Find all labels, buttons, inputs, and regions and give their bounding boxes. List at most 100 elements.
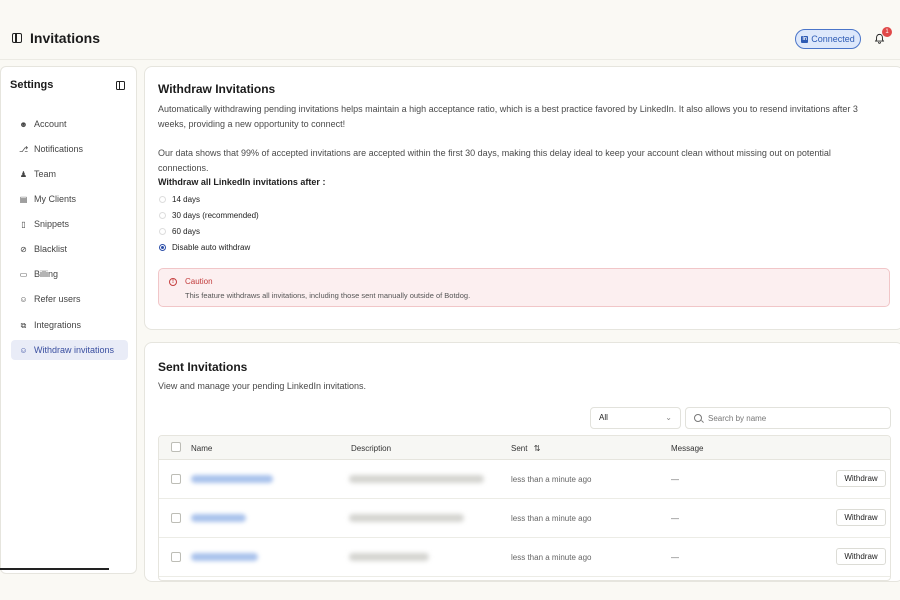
sidebar-item-label: Snippets — [34, 219, 70, 229]
sidebar-title: Settings — [10, 79, 54, 91]
withdraw-options-label: Withdraw all LinkedIn invitations after … — [158, 177, 326, 187]
radio-option-disable[interactable]: Disable auto withdraw — [159, 243, 250, 252]
redacted-description — [349, 475, 484, 483]
withdraw-data-note: Our data shows that 99% of accepted invi… — [158, 148, 831, 173]
table-row: less than a minute ago — Withdraw — [159, 460, 890, 499]
redacted-description — [349, 514, 464, 522]
settings-sidebar: Settings ☻ Account ⎇ Notifications ♟ Tea… — [0, 66, 137, 574]
sidebar-item-team[interactable]: ♟ Team — [11, 164, 128, 184]
withdraw-button[interactable]: Withdraw — [836, 470, 886, 487]
search-input[interactable] — [708, 411, 883, 425]
redacted-name[interactable] — [191, 514, 246, 522]
caution-alert: ! Caution This feature withdraws all inv… — [158, 268, 890, 307]
withdraw-description: Automatically withdrawing pending invita… — [158, 104, 858, 129]
sidebar-item-withdraw-invitations[interactable]: ☺ Withdraw invitations — [11, 340, 128, 360]
sent-invitations-table: Name Description Sent ⇅ Message less tha… — [158, 435, 891, 581]
sidebar-item-label: Integrations — [34, 320, 82, 330]
connected-label: Connected — [811, 34, 855, 44]
linkedin-icon: in — [801, 35, 809, 43]
user-icon: ☻ — [19, 119, 28, 129]
bell-icon: ⎇ — [19, 144, 29, 154]
sidebar-item-account[interactable]: ☻ Account — [11, 114, 128, 134]
redacted-name[interactable] — [191, 475, 273, 483]
radio-button[interactable] — [159, 228, 166, 235]
snippet-icon: ▯ — [21, 219, 26, 229]
collapse-sidebar-icon[interactable] — [116, 81, 125, 90]
team-icon: ♟ — [19, 169, 28, 179]
page-title: Invitations — [30, 30, 101, 46]
radio-button[interactable] — [159, 212, 166, 219]
search-icon — [694, 414, 702, 422]
radio-button[interactable] — [159, 196, 166, 203]
sent-time: less than a minute ago — [511, 514, 592, 523]
card-icon: ▭ — [19, 269, 28, 279]
sidebar-item-label: Billing — [34, 269, 59, 279]
withdraw-invitations-panel: Withdraw Invitations Automatically withd… — [144, 66, 900, 330]
column-header-sent[interactable]: Sent ⇅ — [511, 444, 540, 453]
table-header: Name Description Sent ⇅ Message — [159, 436, 890, 460]
sidebar-item-integrations[interactable]: ⧉ Integrations — [11, 315, 128, 335]
withdraw-button[interactable]: Withdraw — [836, 509, 886, 526]
sidebar-item-label: Account — [34, 119, 67, 129]
radio-label: 60 days — [172, 227, 201, 236]
column-header-sent-label: Sent — [511, 444, 528, 453]
table-row: less than a minute ago — Withdraw — [159, 499, 890, 538]
top-bar: Invitations in Connected 1 — [0, 0, 900, 60]
user-plus-icon: ☺ — [19, 294, 28, 304]
table-row: less than a minute ago — Withdraw — [159, 538, 890, 577]
radio-label: Disable auto withdraw — [172, 243, 251, 252]
radio-label: 30 days (recommended) — [172, 211, 259, 220]
withdraw-section-title: Withdraw Invitations — [158, 82, 276, 96]
sort-icon[interactable]: ⇅ — [534, 444, 541, 453]
notification-count-badge: 1 — [882, 27, 892, 37]
status-filter-select[interactable]: All ⌄ — [590, 407, 681, 429]
sidebar-item-snippets[interactable]: ▯ Snippets — [11, 214, 128, 234]
ban-icon: ⊘ — [20, 244, 27, 254]
status-filter-value: All — [599, 413, 608, 422]
clients-icon: ▤ — [19, 194, 28, 204]
sidebar-item-label: Blacklist — [34, 244, 68, 254]
redacted-name[interactable] — [191, 553, 258, 561]
message-cell: — — [671, 475, 679, 484]
sidebar-item-my-clients[interactable]: ▤ My Clients — [11, 189, 128, 209]
message-cell: — — [671, 514, 679, 523]
sidebar-item-label: Refer users — [34, 294, 81, 304]
select-all-checkbox[interactable] — [171, 442, 181, 452]
sidebar-item-refer-users[interactable]: ☺ Refer users — [11, 289, 128, 309]
column-header-description: Description — [351, 444, 392, 453]
radio-option-30-days[interactable]: 30 days (recommended) — [159, 211, 259, 220]
row-checkbox[interactable] — [171, 513, 181, 523]
radio-option-60-days[interactable]: 60 days — [159, 227, 200, 236]
sidebar-toggle-icon[interactable] — [12, 33, 22, 43]
sent-time: less than a minute ago — [511, 475, 592, 484]
redacted-description — [349, 553, 429, 561]
column-header-name: Name — [191, 444, 213, 453]
radio-option-14-days[interactable]: 14 days — [159, 195, 200, 204]
row-checkbox[interactable] — [171, 474, 181, 484]
sent-section-subtitle: View and manage your pending LinkedIn in… — [158, 381, 366, 391]
sent-invitations-panel: Sent Invitations View and manage your pe… — [144, 342, 900, 582]
user-minus-icon: ☺ — [19, 345, 28, 355]
column-header-message: Message — [671, 444, 704, 453]
sidebar-item-billing[interactable]: ▭ Billing — [11, 264, 128, 284]
sidebar-item-label: Notifications — [34, 144, 84, 154]
radio-button-selected[interactable] — [159, 244, 166, 251]
sidebar-item-notifications[interactable]: ⎇ Notifications — [11, 139, 128, 159]
sent-time: less than a minute ago — [511, 553, 592, 562]
caution-title: Caution — [185, 277, 213, 286]
radio-label: 14 days — [172, 195, 201, 204]
alert-circle-icon: ! — [169, 278, 177, 286]
search-box[interactable] — [685, 407, 891, 429]
sent-section-title: Sent Invitations — [158, 360, 248, 374]
withdraw-button[interactable]: Withdraw — [836, 548, 886, 565]
integrations-icon: ⧉ — [20, 320, 27, 330]
sidebar-item-label: Team — [34, 169, 57, 179]
sidebar-scrollbar[interactable] — [0, 568, 109, 570]
chevron-down-icon: ⌄ — [665, 413, 672, 422]
sidebar-item-label: Withdraw invitations — [34, 345, 115, 355]
row-checkbox[interactable] — [171, 552, 181, 562]
connected-badge[interactable]: in Connected — [795, 29, 861, 49]
message-cell: — — [671, 553, 679, 562]
sidebar-item-blacklist[interactable]: ⊘ Blacklist — [11, 239, 128, 259]
sidebar-item-label: My Clients — [34, 194, 77, 204]
